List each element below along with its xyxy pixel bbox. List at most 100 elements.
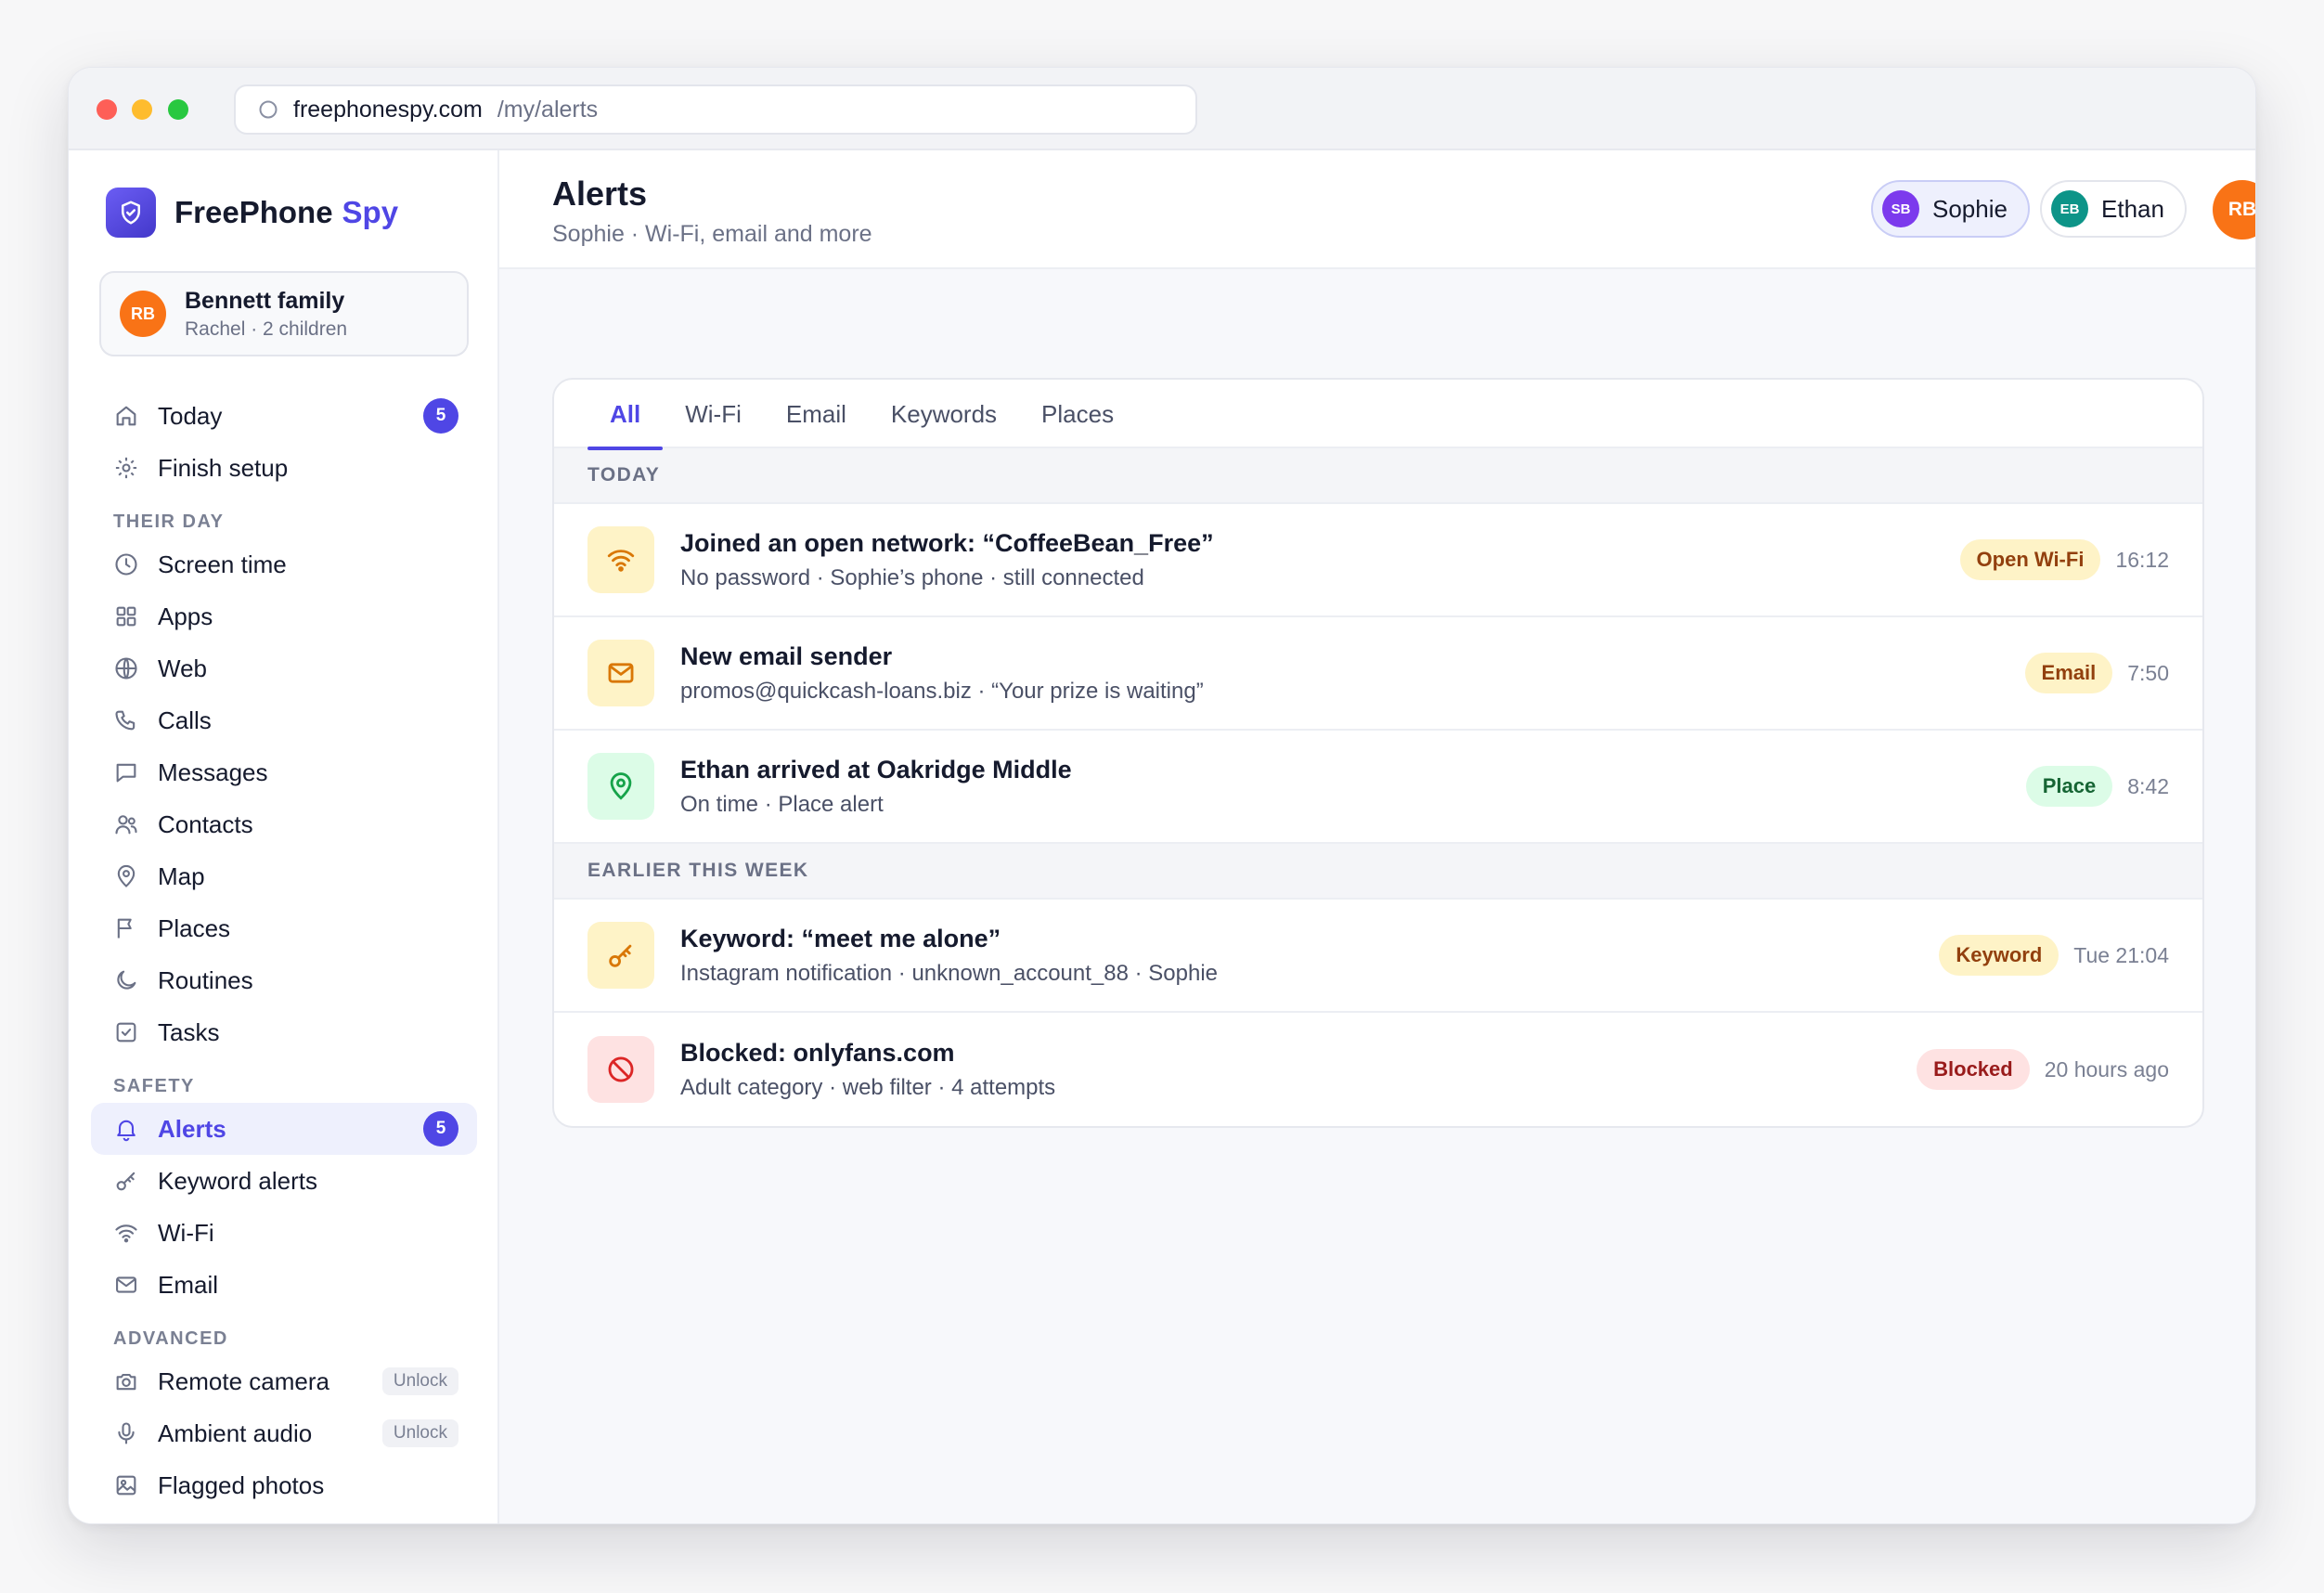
camera-icon: [111, 1366, 141, 1396]
alert-row[interactable]: Keyword: “meet me alone” Instagram notif…: [554, 900, 2202, 1013]
alert-title: New email sender: [680, 641, 893, 670]
sidebar-item-routines[interactable]: Routines: [91, 954, 477, 1006]
alert-title: Keyword: “meet me alone”: [680, 924, 1001, 952]
sidebar-item-label: Apps: [158, 602, 213, 630]
checkbox-icon: [111, 1017, 141, 1047]
close-window-button[interactable]: [97, 99, 117, 120]
sidebar-item-label: Wi-Fi: [158, 1218, 214, 1247]
alert-tag: Place: [2025, 766, 2113, 807]
alert-subtitle: Adult category · web filter · 4 attempts: [680, 1074, 1056, 1100]
page-subtitle: Sophie · Wi-Fi, email and more: [552, 221, 872, 247]
today-count-badge: 5: [423, 398, 458, 434]
sidebar-item-label: Remote camera: [158, 1366, 329, 1395]
sidebar-item-contacts[interactable]: Contacts: [91, 798, 477, 850]
child-name: Sophie: [1932, 194, 2008, 223]
alert-time: 7:50: [2127, 660, 2169, 685]
sidebar-item-label: Keyword alerts: [158, 1166, 317, 1195]
key-icon: [587, 922, 654, 989]
site-info-icon: [258, 99, 278, 120]
sidebar-item-label: Finish setup: [158, 453, 289, 482]
moon-icon: [111, 965, 141, 995]
tab-keywords[interactable]: Keywords: [869, 380, 1019, 448]
shield-logo-icon: [106, 188, 156, 238]
alert-subtitle: On time · Place alert: [680, 791, 884, 817]
blocked-icon: [587, 1036, 654, 1103]
filter-tabs: All Wi-Fi Email Keywords Places: [554, 380, 2202, 450]
child-avatar: SB: [1882, 190, 1919, 227]
alert-row[interactable]: Blocked: onlyfans.com Adult category · w…: [554, 1013, 2202, 1126]
sidebar-nav: Today 5 Finish setup THEIR DAY Screen ti…: [91, 390, 477, 1511]
sidebar-item-apps[interactable]: Apps: [91, 590, 477, 642]
child-pill-ethan[interactable]: EB Ethan: [2040, 180, 2187, 238]
sidebar-item-map[interactable]: Map: [91, 850, 477, 902]
alert-title: Joined an open network: “CoffeeBean_Free…: [680, 528, 1214, 557]
user-avatar[interactable]: RB: [2213, 180, 2255, 240]
alert-subtitle: promos@quickcash-loans.biz · “Your prize…: [680, 678, 1204, 704]
alert-row[interactable]: Joined an open network: “CoffeeBean_Free…: [554, 504, 2202, 617]
sidebar-item-today[interactable]: Today 5: [91, 390, 477, 442]
alert-tag: Open Wi-Fi: [1959, 539, 2101, 580]
sidebar-item-label: Today: [158, 401, 223, 430]
sidebar-item-messages[interactable]: Messages: [91, 746, 477, 798]
tab-wifi[interactable]: Wi-Fi: [663, 380, 764, 448]
sidebar-item-label: Routines: [158, 965, 253, 994]
tab-email[interactable]: Email: [764, 380, 869, 448]
brand[interactable]: FreePhone Spy: [106, 188, 398, 238]
brand-name: FreePhone: [174, 195, 333, 229]
unlock-remote-camera-button[interactable]: Unlock: [381, 1367, 458, 1395]
page-title: Alerts: [552, 175, 648, 213]
users-icon: [111, 809, 141, 839]
browser-window: freephonespy.com /my/alerts FreePhone Sp…: [68, 67, 2256, 1524]
child-name: Ethan: [2101, 194, 2164, 223]
child-avatar: EB: [2051, 190, 2088, 227]
section-safety: SAFETY: [113, 1076, 195, 1096]
sidebar-item-screen-time[interactable]: Screen time: [91, 538, 477, 590]
sidebar-item-ambient-audio[interactable]: Ambient audio Unlock: [91, 1407, 477, 1459]
home-icon: [111, 401, 141, 431]
sidebar-item-label: Web: [158, 654, 207, 682]
family-switcher[interactable]: RB Bennett family Rachel · 2 children: [99, 271, 469, 356]
sidebar-item-email[interactable]: Email: [91, 1259, 477, 1311]
sidebar-item-tasks[interactable]: Tasks: [91, 1006, 477, 1058]
alert-row[interactable]: Ethan arrived at Oakridge Middle On time…: [554, 731, 2202, 844]
alert-tag: Keyword: [1939, 935, 2059, 976]
sidebar-item-label: Messages: [158, 758, 268, 786]
sidebar-item-alerts[interactable]: Alerts 5: [91, 1103, 477, 1155]
address-bar[interactable]: freephonespy.com /my/alerts: [234, 84, 1197, 135]
section-advanced: ADVANCED: [113, 1328, 228, 1349]
sidebar-item-label: Tasks: [158, 1017, 220, 1046]
map-pin-icon: [111, 861, 141, 891]
sidebar-item-label: Calls: [158, 706, 212, 734]
sidebar-item-label: Contacts: [158, 809, 253, 838]
tab-places[interactable]: Places: [1019, 380, 1136, 448]
sidebar-item-label: Email: [158, 1270, 219, 1299]
maximize-window-button[interactable]: [168, 99, 188, 120]
sidebar-item-wifi[interactable]: Wi-Fi: [91, 1207, 477, 1259]
family-subtitle: Rachel · 2 children: [185, 317, 348, 340]
sidebar-item-calls[interactable]: Calls: [91, 694, 477, 746]
sidebar-item-keyword-alerts[interactable]: Keyword alerts: [91, 1155, 477, 1207]
sidebar-item-remote-camera[interactable]: Remote camera Unlock: [91, 1355, 477, 1407]
page-header: Alerts Sophie · Wi-Fi, email and more SB…: [499, 150, 2255, 269]
alert-title: Ethan arrived at Oakridge Middle: [680, 755, 1072, 784]
sidebar-item-finish-setup[interactable]: Finish setup: [91, 442, 477, 494]
main-content: Alerts Sophie · Wi-Fi, email and more SB…: [499, 150, 2255, 1523]
sidebar-item-web[interactable]: Web: [91, 642, 477, 694]
alert-time: 16:12: [2115, 547, 2169, 572]
unlock-ambient-audio-button[interactable]: Unlock: [381, 1419, 458, 1447]
minimize-window-button[interactable]: [132, 99, 152, 120]
alerts-count-badge: 5: [423, 1111, 458, 1146]
brand-accent: Spy: [342, 195, 399, 229]
sidebar-item-flagged-photos[interactable]: Flagged photos: [91, 1459, 477, 1511]
child-pill-sophie[interactable]: SB Sophie: [1871, 180, 2030, 238]
flag-icon: [111, 913, 141, 943]
tab-all[interactable]: All: [587, 380, 664, 450]
gear-icon: [111, 453, 141, 483]
sidebar-item-places[interactable]: Places: [91, 902, 477, 954]
sidebar-item-label: Ambient audio: [158, 1418, 313, 1447]
bell-icon: [111, 1114, 141, 1144]
key-icon: [111, 1166, 141, 1196]
phone-icon: [111, 706, 141, 735]
alert-row[interactable]: New email sender promos@quickcash-loans.…: [554, 617, 2202, 731]
family-avatar: RB: [120, 291, 166, 337]
